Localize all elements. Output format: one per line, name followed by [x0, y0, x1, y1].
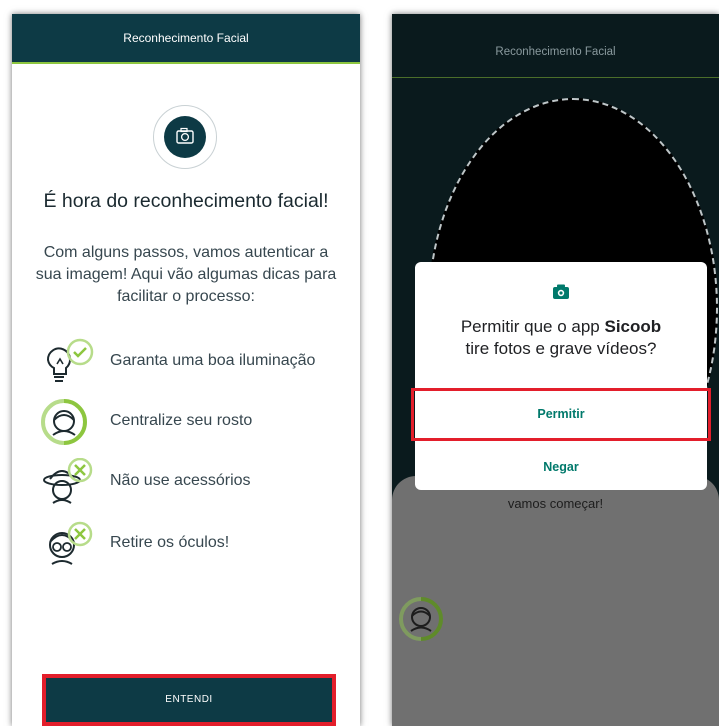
- dialog-title-suffix: tire fotos e grave vídeos?: [465, 339, 657, 358]
- tip-label: Não use acessórios: [110, 472, 251, 489]
- tip-label: Garanta uma boa iluminação: [110, 352, 316, 369]
- facial-recognition-intro-screen: Reconhecimento Facial É hora do reconhec…: [12, 14, 360, 726]
- camera-icon: [164, 116, 206, 158]
- understood-button[interactable]: ENTENDI: [42, 674, 336, 726]
- tip-label: Retire os óculos!: [110, 534, 230, 551]
- dialog-app-name: Sicoob: [604, 317, 662, 336]
- hat-no-icon: [43, 458, 93, 504]
- app-bar-title: Reconhecimento Facial: [392, 14, 719, 78]
- camera-badge: [153, 105, 217, 169]
- app-bar-title: Reconhecimento Facial: [12, 14, 360, 64]
- face-centered-icon: [41, 399, 87, 445]
- glasses-no-icon: [49, 521, 93, 565]
- tip-item-remove-glasses: Retire os óculos!: [40, 520, 350, 570]
- permission-dialog: Permitir que o app Sicoob tire fotos e g…: [411, 262, 711, 490]
- tip-item-lighting: Garanta uma boa iluminação: [40, 338, 350, 388]
- allow-button[interactable]: Permitir: [411, 388, 711, 441]
- face-centered-icon: [399, 597, 443, 641]
- intro-text: Com alguns passos, vamos autenticar a su…: [35, 244, 337, 305]
- tip-item-center-face: Centralize seu rosto: [40, 398, 350, 448]
- deny-button[interactable]: Negar: [415, 452, 707, 482]
- dialog-title: Permitir que o app Sicoob tire fotos e g…: [415, 316, 707, 360]
- sheet-text: vamos começar!: [507, 496, 604, 511]
- camera-permission-screen: Reconhecimento Facial vamos começar! Per…: [392, 14, 719, 726]
- page-title: É hora do reconhecimento facial!: [43, 190, 329, 212]
- dialog-title-prefix: Permitir que o app: [460, 317, 605, 336]
- bottom-sheet: vamos começar!: [392, 476, 719, 726]
- camera-icon: [553, 284, 569, 299]
- lightbulb-check-icon: [46, 338, 94, 382]
- tip-item-no-accessories: Não use acessórios: [40, 458, 350, 508]
- tip-label: Centralize seu rosto: [110, 412, 253, 429]
